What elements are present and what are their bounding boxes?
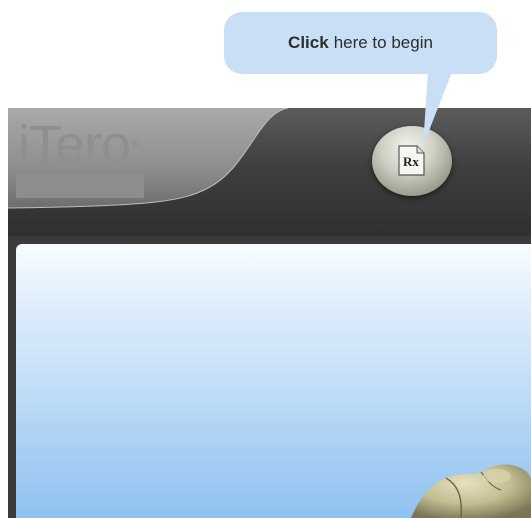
tooltip-text: here to begin	[333, 33, 433, 52]
begin-tooltip: Click here to begin	[224, 12, 497, 74]
tooltip-bold-text: Click	[288, 33, 329, 52]
tooltip-pointer	[423, 72, 452, 146]
